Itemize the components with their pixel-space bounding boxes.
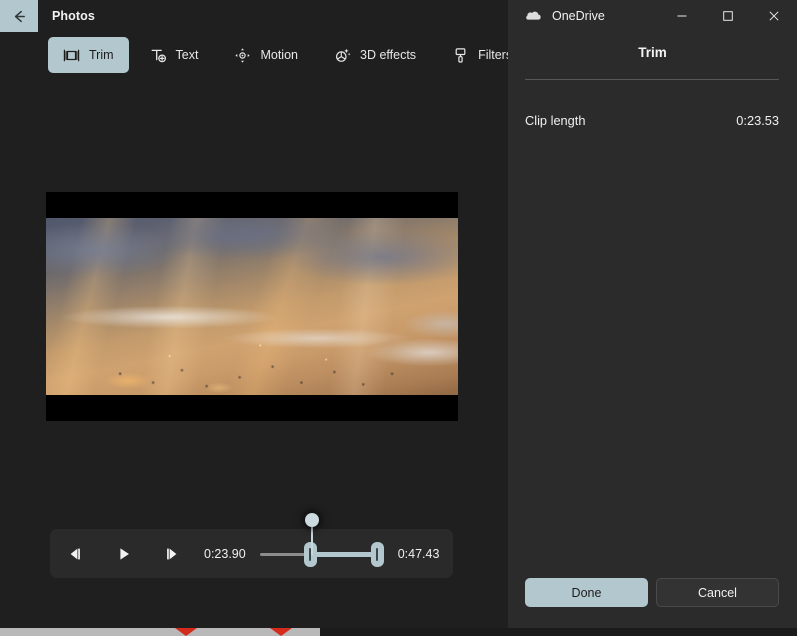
back-button[interactable] (0, 0, 38, 32)
trim-range-slider[interactable] (259, 512, 384, 574)
play-icon (116, 546, 132, 562)
filters-brush-icon (452, 47, 469, 64)
desktop-bottom-strip (0, 628, 797, 636)
tab-trim[interactable]: Trim (48, 37, 129, 73)
motion-icon (234, 47, 251, 64)
minimize-icon (676, 10, 688, 22)
three-d-effects-icon (334, 47, 351, 64)
panel-action-buttons: Done Cancel (525, 578, 779, 607)
tab-3d-effects-label: 3D effects (360, 48, 417, 62)
tab-filters-label: Filters (478, 48, 513, 62)
playhead-stem (310, 524, 313, 555)
previous-frame-button[interactable] (58, 537, 92, 571)
tab-text[interactable]: Text (135, 37, 214, 73)
red-chevron-icon (175, 628, 197, 636)
maximize-icon (722, 10, 734, 22)
red-chevron-icon (270, 628, 292, 636)
maximize-button[interactable] (705, 0, 751, 32)
window-caption-buttons (659, 0, 797, 32)
tab-motion-label: Motion (260, 48, 298, 62)
onedrive-window: OneDrive Trim Clip length 0:23.53 Done C… (508, 0, 797, 628)
tab-motion[interactable]: Motion (219, 37, 313, 73)
letterbox-top (46, 192, 458, 218)
editor-toolbar: Trim Text Motion 3D effects Filters (48, 37, 527, 73)
next-frame-button[interactable] (155, 537, 189, 571)
tab-trim-label: Trim (89, 48, 114, 62)
trim-selected-range[interactable] (307, 551, 378, 557)
next-frame-icon (164, 546, 180, 562)
photos-app-window: Photos Trim Text Motion 3D effects Filte… (0, 0, 512, 628)
current-time-label: 0:23.90 (204, 546, 246, 561)
close-button[interactable] (751, 0, 797, 32)
photos-titlebar: Photos (0, 0, 508, 32)
panel-title: Trim (638, 45, 667, 60)
cancel-button[interactable]: Cancel (656, 578, 779, 607)
onedrive-cloud-icon (525, 7, 543, 25)
done-button[interactable]: Done (525, 578, 648, 607)
trim-end-handle[interactable] (370, 541, 384, 567)
clip-length-row: Clip length 0:23.53 (525, 113, 779, 128)
total-time-label: 0:47.43 (397, 546, 440, 561)
trim-icon (63, 47, 80, 64)
screen-root: Photos Trim Text Motion 3D effects Filte… (0, 0, 797, 636)
panel-divider (525, 79, 779, 80)
transport-bar: 0:23.90 0:47.43 (50, 512, 453, 578)
tab-text-label: Text (175, 48, 199, 62)
play-button[interactable] (107, 537, 141, 571)
app-title: Photos (52, 9, 95, 23)
onedrive-window-title: OneDrive (552, 9, 605, 23)
previous-frame-icon (67, 546, 83, 562)
tab-3d-effects[interactable]: 3D effects (319, 37, 431, 73)
onedrive-titlebar[interactable]: OneDrive (508, 0, 797, 32)
video-preview[interactable] (46, 192, 458, 421)
text-add-icon (150, 47, 167, 64)
close-icon (768, 10, 780, 22)
playhead-scrubber[interactable] (304, 512, 319, 527)
video-frame-image (46, 218, 458, 395)
letterbox-bottom (46, 395, 458, 421)
clip-length-label: Clip length (525, 113, 586, 128)
back-arrow-icon (11, 8, 28, 25)
minimize-button[interactable] (659, 0, 705, 32)
clip-length-value: 0:23.53 (736, 113, 779, 128)
